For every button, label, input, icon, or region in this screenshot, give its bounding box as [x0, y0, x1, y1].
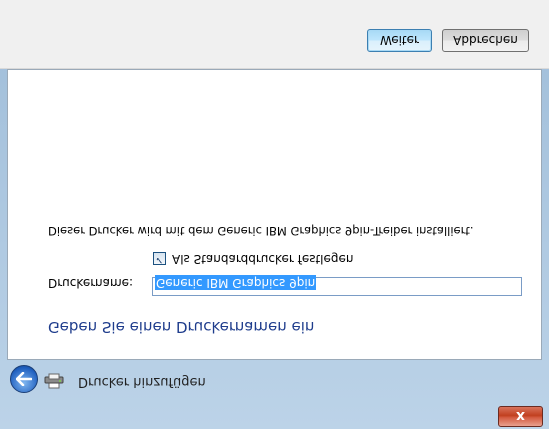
- close-icon: x: [515, 408, 526, 425]
- default-printer-checkbox[interactable]: ✓: [153, 252, 166, 266]
- wizard-title: Drucker hinzufügen: [78, 374, 206, 389]
- printer-name-value: Generic IBM Graphics 9pin: [155, 275, 317, 290]
- page-heading: Geben Sie einen Druckernamen ein: [48, 318, 315, 336]
- cancel-button[interactable]: Abbrechen: [442, 29, 529, 52]
- back-button[interactable]: [10, 365, 38, 393]
- button-bar: Weiter Abbrechen: [0, 0, 549, 69]
- wizard-window: x Drucker hinzufügen Geben Sie einen Dru…: [0, 0, 549, 429]
- driver-info-text: Dieser Drucker wird mit dem Generic IBM …: [48, 224, 474, 238]
- printer-icon: [44, 373, 64, 389]
- titlebar: x Drucker hinzufügen: [0, 356, 549, 429]
- next-button[interactable]: Weiter: [367, 29, 432, 52]
- printer-name-label: Druckername:: [48, 276, 134, 290]
- content-panel: Geben Sie einen Druckernamen ein Drucker…: [7, 69, 542, 360]
- default-printer-label: Als Standarddrucker festlegen: [172, 252, 354, 266]
- back-arrow-icon: [16, 372, 32, 386]
- close-button[interactable]: x: [498, 406, 543, 427]
- default-printer-option[interactable]: ✓ Als Standarddrucker festlegen: [153, 252, 354, 266]
- printer-name-input[interactable]: Generic IBM Graphics 9pin: [152, 275, 522, 296]
